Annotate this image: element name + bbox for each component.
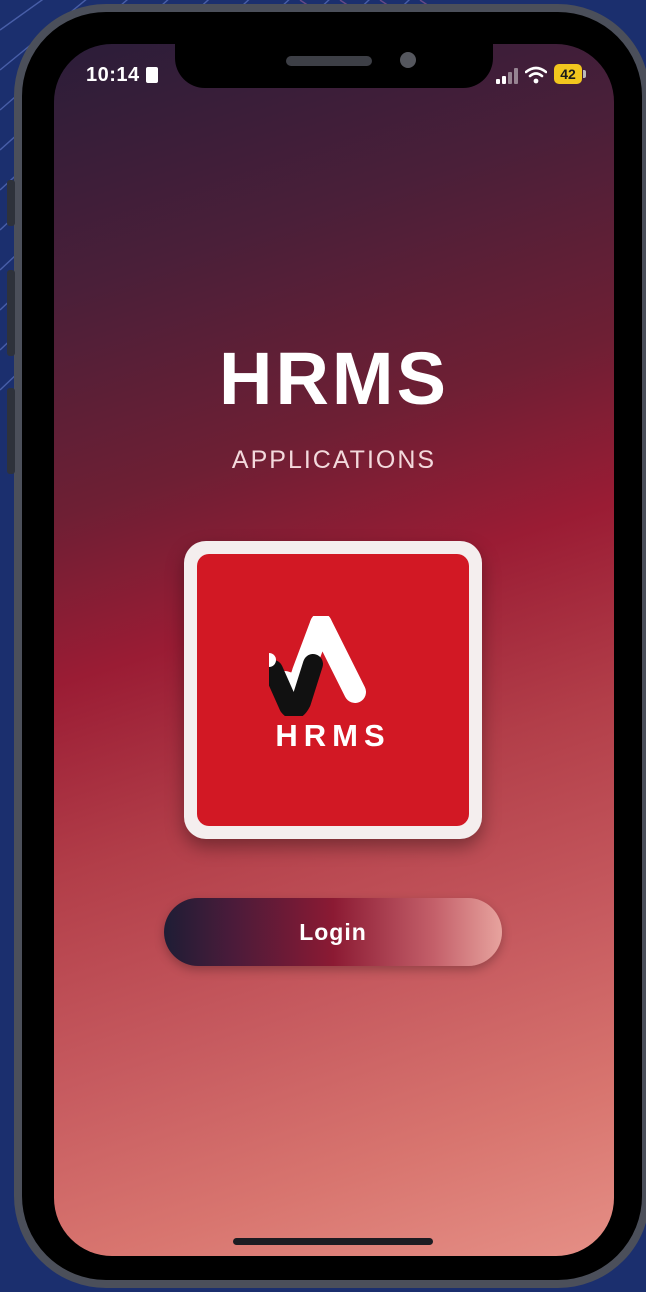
phone-side-button bbox=[7, 180, 15, 226]
app-logo: HRMS bbox=[184, 541, 482, 839]
app-title: HRMS bbox=[219, 337, 449, 420]
phone-volume-up-button bbox=[7, 270, 15, 356]
wifi-icon bbox=[525, 66, 547, 84]
login-button[interactable]: Login bbox=[164, 898, 502, 966]
battery-level: 42 bbox=[560, 66, 576, 82]
battery-icon: 42 bbox=[554, 64, 588, 86]
login-button-label: Login bbox=[299, 919, 367, 945]
battery-tip bbox=[583, 70, 586, 78]
signal-icon bbox=[496, 68, 518, 84]
logo-text: HRMS bbox=[275, 718, 391, 753]
status-time: 10:14 bbox=[86, 64, 140, 86]
app-subtitle: APPLICATIONS bbox=[231, 446, 437, 474]
phone-volume-down-button bbox=[7, 388, 15, 474]
front-camera bbox=[400, 52, 416, 68]
home-indicator[interactable] bbox=[233, 1238, 433, 1245]
screen-time-icon bbox=[146, 67, 158, 83]
hrms-logo-icon bbox=[269, 616, 366, 716]
speaker-grille bbox=[286, 56, 372, 66]
phone-notch bbox=[175, 44, 493, 88]
logo-tile: HRMS bbox=[197, 554, 469, 826]
